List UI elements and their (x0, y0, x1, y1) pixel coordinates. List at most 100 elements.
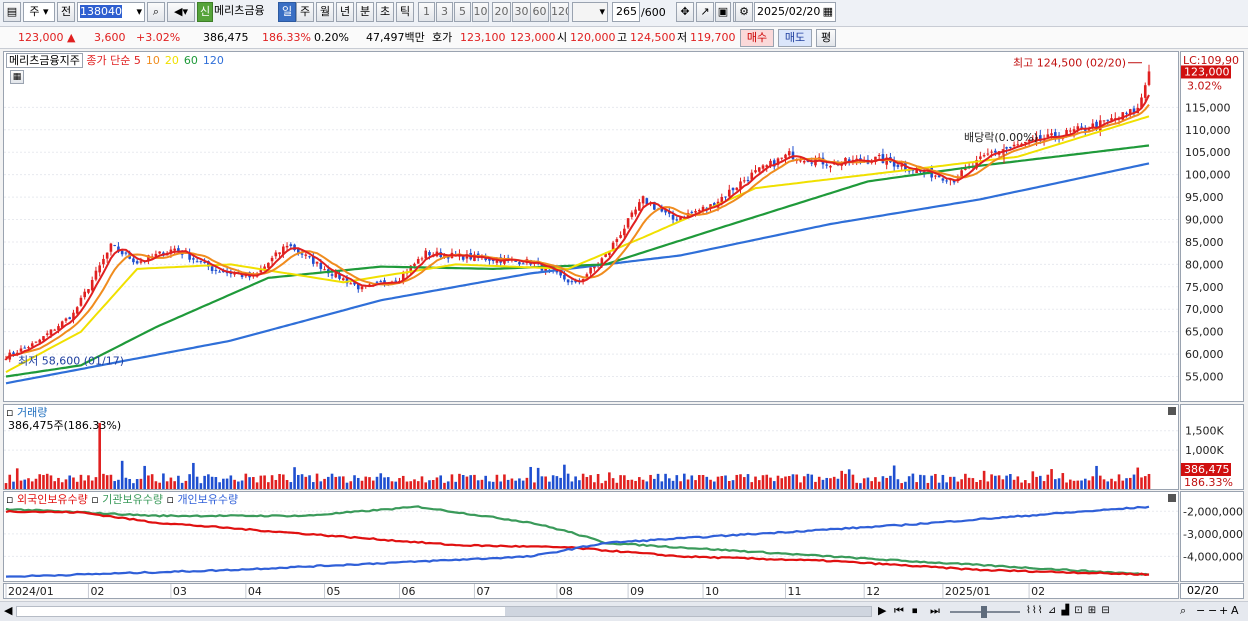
volume-bar (1016, 476, 1020, 489)
scrollbar-track[interactable] (16, 606, 872, 617)
volume-bar (716, 476, 720, 489)
candle-body (877, 154, 881, 156)
period-button[interactable]: 년 (336, 2, 354, 22)
ma-label: 종가 단순 (86, 54, 131, 67)
volume-bar (311, 482, 315, 489)
stop-icon[interactable]: ⏹ (912, 603, 918, 619)
interval-button[interactable]: 10 (472, 2, 489, 22)
period-button[interactable]: 일 (278, 2, 296, 22)
volume-bar (701, 474, 705, 489)
institution-legend[interactable]: 기관보유수량 (102, 493, 163, 506)
next-page-icon[interactable]: ⏭ (930, 603, 940, 619)
candle-body (300, 253, 304, 255)
interval-button[interactable]: 1 (418, 2, 435, 22)
eval-button[interactable]: 평 (816, 29, 836, 47)
volume-bar (1106, 481, 1110, 489)
ma-period: 60 (183, 54, 198, 67)
volume-bar (233, 479, 236, 489)
table-icon[interactable]: ▦ (10, 70, 24, 84)
credit-badge[interactable]: 신 (197, 2, 213, 22)
zoom-slider-handle[interactable] (981, 606, 987, 618)
volume-bar (997, 475, 1001, 489)
individual-legend[interactable]: 개인보유수량 (177, 493, 238, 506)
period-button[interactable]: 초 (376, 2, 394, 22)
volume-bar (787, 476, 791, 489)
search-icon[interactable]: ⌕ (147, 2, 165, 22)
volume-bar (83, 480, 86, 489)
period-button[interactable]: 월 (316, 2, 334, 22)
window-menu-icon[interactable]: ▤ (3, 2, 21, 22)
candle-body (113, 245, 116, 247)
stock-legend[interactable]: 메리츠금융지주 (6, 53, 83, 68)
interval-button[interactable]: 3 (436, 2, 453, 22)
zoom-reset-icon[interactable]: − (1208, 603, 1217, 619)
date-value: 2025/02/20 (757, 5, 821, 18)
interval-button[interactable]: 120 (550, 2, 569, 22)
scroll-right-icon[interactable]: ▶ (878, 603, 886, 619)
turnover-value: 0.20% (314, 31, 349, 44)
candle-body (289, 244, 293, 247)
volume-bar (431, 480, 435, 489)
scrollbar-thumb[interactable] (505, 607, 871, 616)
market-select[interactable]: 주 ▾ (23, 2, 55, 22)
draw-tool-icon[interactable]: ↗ (696, 2, 714, 22)
volume-bar (656, 473, 660, 489)
date-input[interactable]: 2025/02/20 ▦ (754, 2, 836, 22)
volume-bar (930, 475, 933, 489)
change-pct: +3.02% (136, 31, 181, 44)
candle-body (349, 283, 353, 285)
search-icon[interactable]: ⌕ (1180, 603, 1186, 619)
volume-bar (574, 476, 577, 489)
sell-button[interactable]: 매도 (778, 29, 812, 47)
volume-bar (450, 474, 454, 489)
zoom-in-icon[interactable]: + (1219, 603, 1228, 619)
gear-icon[interactable]: ⚙ (735, 2, 753, 22)
interval-button[interactable]: 30 (512, 2, 531, 22)
crosshair-icon[interactable]: ✥ (676, 2, 694, 22)
first-page-icon[interactable]: ⏮ (894, 603, 904, 619)
price-axis: 55,000 60,000 65,000 70,000 75,000 80,000 85,0… (1180, 51, 1244, 402)
volume-bar (604, 480, 607, 489)
interval-custom-select[interactable]: ▾ (572, 2, 608, 22)
candle-body (79, 297, 83, 306)
volume-bar (360, 480, 364, 489)
volume-bar (1128, 477, 1132, 489)
period-button[interactable]: 분 (356, 2, 374, 22)
candle-body (986, 153, 990, 155)
candle-body (267, 262, 270, 268)
foreign-legend[interactable]: 외국인보유수량 (17, 493, 88, 506)
speaker-icon[interactable]: ◀▾ (167, 2, 195, 22)
volume-bar (476, 480, 480, 489)
volume-bar (585, 476, 589, 489)
close-icon[interactable] (1168, 494, 1176, 502)
holdings-panel: ▫ 외국인보유수량 ▫ 기관보유수량 ▫ 개인보유수량 (3, 491, 1179, 582)
volume-bar (147, 475, 150, 489)
period-button[interactable]: 틱 (396, 2, 414, 22)
volume-bar (982, 470, 986, 489)
interval-button[interactable]: 60 (530, 2, 549, 22)
text-tool-icon[interactable]: A (1231, 603, 1239, 619)
ma20-line (5, 115, 1150, 373)
scroll-left-icon[interactable]: ◀ (4, 603, 12, 619)
close-icon[interactable] (1168, 407, 1176, 415)
volume-bar (1027, 483, 1031, 489)
date-label: 03 (173, 585, 187, 598)
interval-button[interactable]: 5 (454, 2, 471, 22)
quote-bar: 123,000 ▲ 3,600 +3.02% 386,475 186.33% 0… (0, 27, 1248, 49)
candle-body (94, 270, 98, 280)
volume-bar (754, 476, 757, 489)
buy-button[interactable]: 매수 (740, 29, 774, 47)
volume-bar (383, 477, 386, 489)
interval-button[interactable]: 20 (492, 2, 511, 22)
chart-type-icons[interactable]: ⌇⌇⌇ ⊿ ▟ ⊡ ⊞ ⊟ (1026, 603, 1111, 619)
zoom-out-icon[interactable]: − (1196, 603, 1205, 619)
volume-bar (398, 478, 401, 489)
period-button[interactable]: 주 (296, 2, 314, 22)
volume-bar (207, 474, 210, 489)
count-input[interactable]: 265 (612, 2, 640, 22)
save-icon[interactable]: ▣ (715, 2, 731, 22)
volume-bar (267, 482, 270, 489)
volume-bar (536, 467, 540, 489)
prev-button[interactable]: 전 (57, 2, 75, 22)
stock-code-input[interactable]: 138040 ▾ (77, 2, 145, 22)
